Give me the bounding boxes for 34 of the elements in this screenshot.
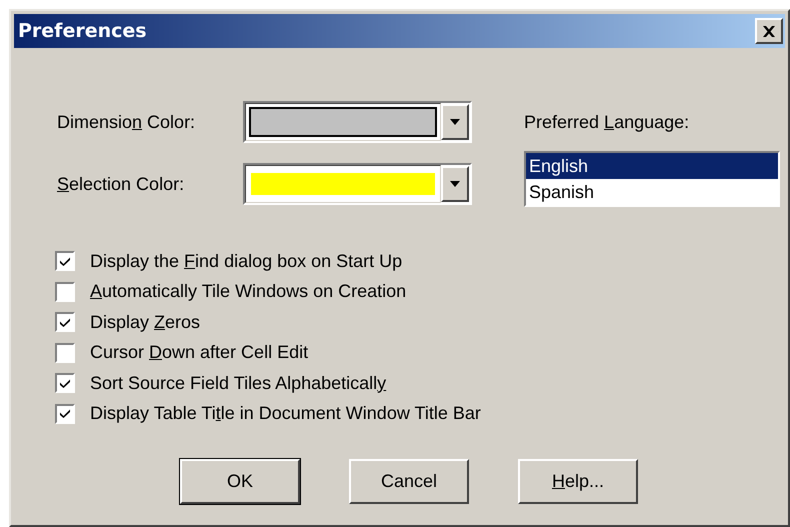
dropdown-button[interactable]	[441, 166, 469, 202]
checkbox-label: Sort Source Field Tiles Alphabetically	[90, 372, 386, 394]
dialog-button[interactable]: OK	[180, 459, 300, 504]
check-icon	[60, 256, 70, 266]
checkbox-label: Display Zeros	[90, 312, 200, 333]
checkbox-label: Display Table Title in Document Window Title Bar	[90, 403, 481, 424]
list-item[interactable]: English	[526, 153, 778, 179]
list-item[interactable]: Spanish	[526, 179, 778, 205]
color-dropdown[interactable]	[243, 163, 472, 205]
dialog-button[interactable]: Cancel	[349, 459, 469, 504]
field-label: Selection Color:	[57, 174, 186, 194]
dialog-button[interactable]: Help...	[518, 459, 638, 504]
field-label: Dimension Color:	[57, 112, 196, 132]
color-dropdown[interactable]	[243, 101, 472, 143]
check-icon	[60, 409, 70, 418]
checkbox[interactable]	[55, 282, 75, 302]
field-label: Preferred Language:	[524, 111, 690, 134]
checkbox-label: Automatically Tile Windows on Creation	[90, 281, 406, 302]
window-title: Preferences	[18, 20, 148, 42]
close-icon	[763, 26, 775, 36]
checkbox[interactable]	[55, 251, 75, 272]
language-list[interactable]: English Spanish	[524, 151, 780, 207]
checkbox[interactable]	[55, 342, 75, 363]
caret-icon	[450, 119, 460, 125]
checkbox[interactable]	[55, 404, 75, 424]
close-button[interactable]	[755, 18, 783, 44]
checkbox-label: Cursor Down after Cell Edit	[90, 342, 308, 364]
check-icon	[60, 378, 70, 388]
checkbox[interactable]	[55, 373, 75, 394]
check-icon	[60, 318, 70, 327]
dropdown-button[interactable]	[441, 104, 469, 140]
checkbox-label: Display the Find dialog box on Start Up	[90, 250, 402, 272]
checkbox[interactable]	[55, 312, 75, 332]
caret-icon	[450, 181, 460, 187]
